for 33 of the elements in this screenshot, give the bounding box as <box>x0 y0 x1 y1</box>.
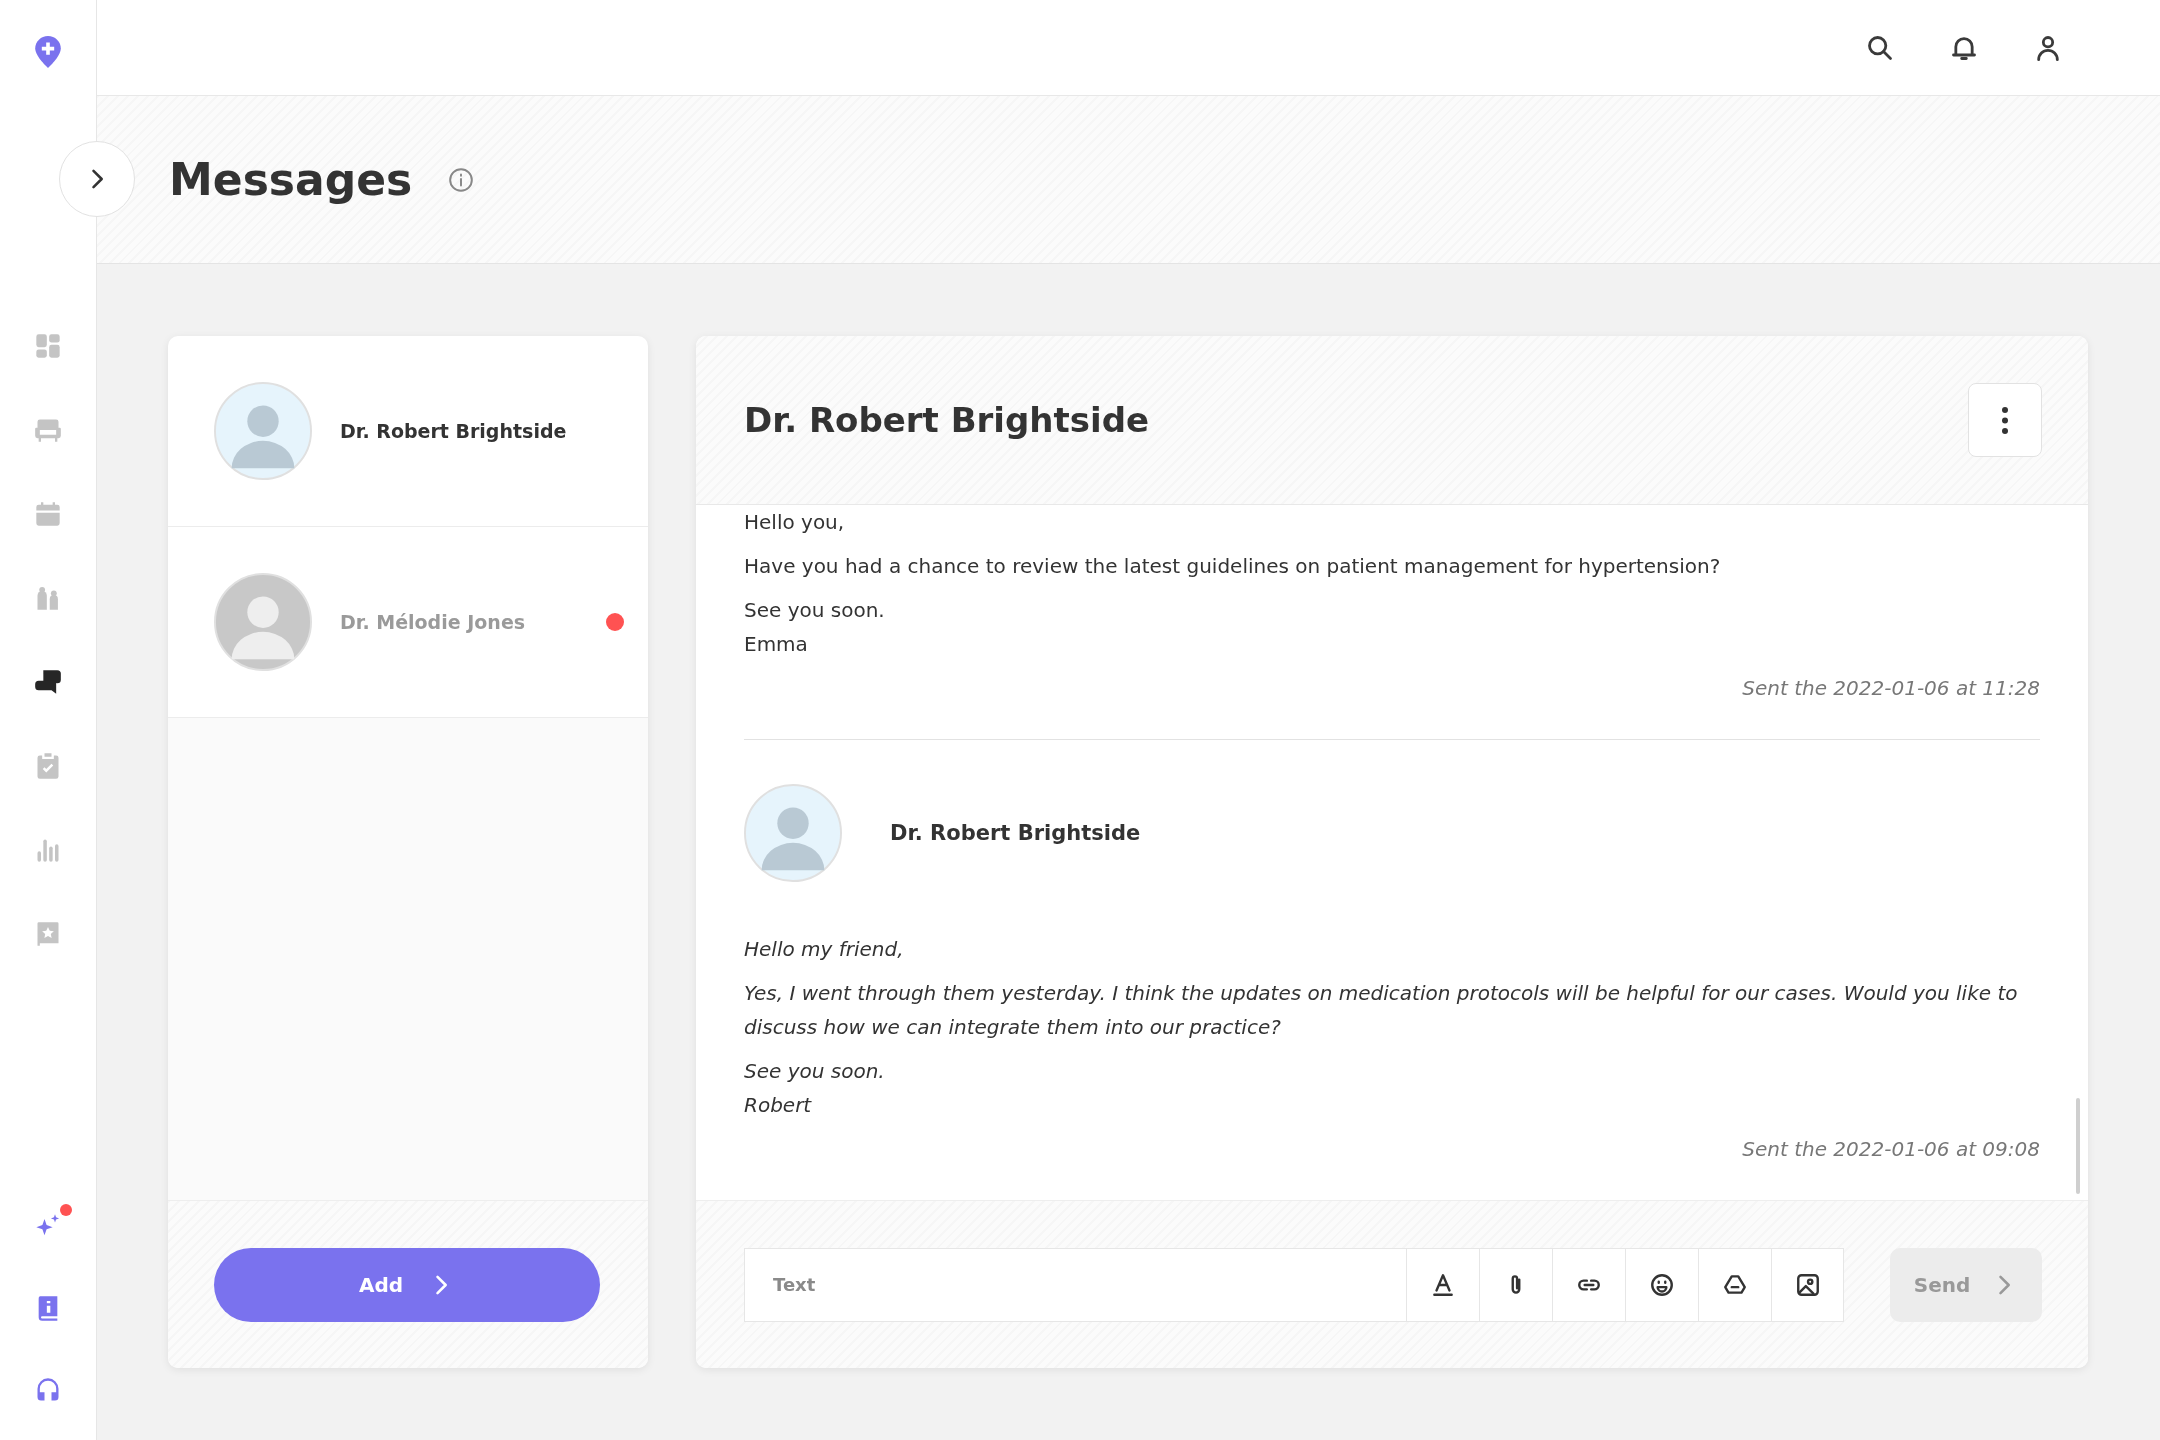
message-text: Robert <box>744 1092 813 1119</box>
author-name: Dr. Robert Brightside <box>890 820 1141 847</box>
chat-icon[interactable] <box>34 668 62 696</box>
message-text: Yes, I went through them yesterday. I think the updates on medication protocols will be helpful for our cases. Would you like to discuss how we can integrate them into our practice? <box>744 980 2019 1041</box>
chat-title: Dr. Robert Brightside <box>744 400 1150 440</box>
contact-item[interactable]: Dr. Robert Brightside <box>168 336 648 527</box>
emoji-icon[interactable] <box>1649 1271 1675 1298</box>
message-text: Hello my friend, <box>744 936 905 963</box>
image-icon[interactable] <box>1794 1271 1821 1298</box>
notification-dot <box>60 1204 72 1216</box>
message-text: Emma <box>744 631 809 658</box>
contact-item[interactable]: Dr. Mélodie Jones <box>168 527 648 718</box>
message-text: See you soon. <box>744 597 886 624</box>
page-title: Messages <box>169 154 413 205</box>
message-text: Hello you, <box>744 509 846 536</box>
avatar-silhouette-icon <box>214 573 312 671</box>
avatar-silhouette-icon <box>214 382 312 480</box>
scrollbar-thumb[interactable] <box>2076 1098 2080 1194</box>
logo-icon <box>35 36 61 68</box>
message-input-field[interactable]: Text <box>744 1247 1406 1322</box>
text-format-icon[interactable] <box>1430 1271 1456 1298</box>
more-vertical-icon <box>2002 406 2008 434</box>
search-icon[interactable] <box>1866 33 1894 62</box>
contact-name: Dr. Mélodie Jones <box>340 611 526 633</box>
message-text: See you soon. <box>744 1058 886 1085</box>
contact-name: Dr. Robert Brightside <box>340 420 567 442</box>
message-text: Have you had a chance to review the latest guidelines on patient management for hypertension? <box>744 553 1722 580</box>
info-icon[interactable] <box>448 166 475 193</box>
message-timestamp: Sent the 2022-01-06 at 11:28 <box>1741 675 2040 702</box>
user-profile-icon[interactable] <box>2034 33 2062 62</box>
message-timestamp: Sent the 2022-01-06 at 09:08 <box>1741 1136 2040 1163</box>
add-button[interactable]: Add <box>214 1247 600 1322</box>
avatar-silhouette-icon <box>744 784 842 882</box>
